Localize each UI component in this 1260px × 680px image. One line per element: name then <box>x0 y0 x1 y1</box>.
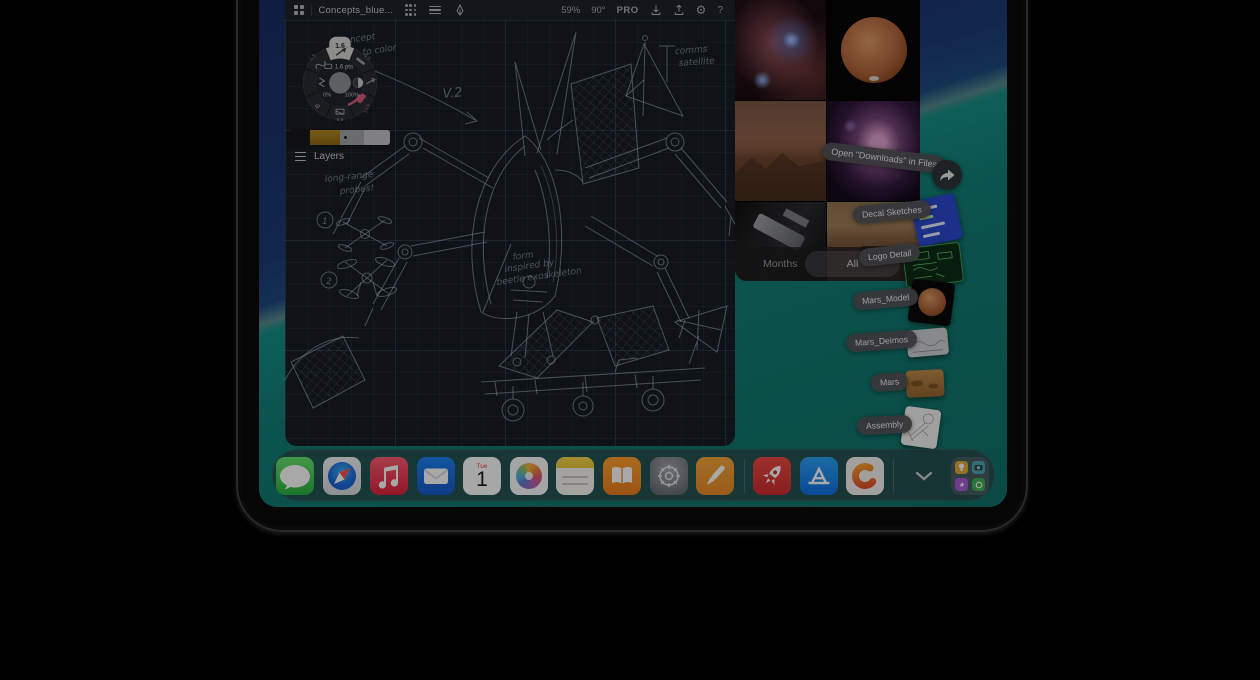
music-note-icon <box>370 457 408 495</box>
tips-mini-icon <box>955 461 968 474</box>
tab-months[interactable]: Months <box>763 258 797 270</box>
dock: Tue 1 <box>272 449 995 501</box>
app-library-icon[interactable]: ★ <box>951 457 989 495</box>
drop-forward-arrow-icon[interactable] <box>932 160 962 190</box>
layers-button[interactable]: Layers <box>295 151 344 162</box>
annotation-probes-2: probes! <box>338 183 374 197</box>
camera-mini-icon <box>972 461 985 474</box>
pen-tool-icon[interactable] <box>454 4 466 16</box>
tab-all: All <box>847 258 859 270</box>
wheel-opacity-max: 100% <box>345 93 360 99</box>
layers-menu-icon[interactable] <box>429 6 441 15</box>
concepts-app-icon[interactable] <box>846 457 884 495</box>
pen-icon <box>696 457 734 495</box>
zoom-level[interactable]: 59% <box>561 5 580 16</box>
open-book-icon <box>603 457 641 495</box>
annotation-comms-1: comms <box>675 45 709 57</box>
annotation-probe-num-2: 2 <box>326 277 332 287</box>
photo-mars-landscape[interactable] <box>735 101 826 201</box>
swatch-light[interactable] <box>364 130 390 145</box>
tool-wheel[interactable]: a 1.6 1.6 pts 0% 100% 1.3 5.5 14.5 <box>298 24 382 122</box>
wheel-stroke-size: 1.6 pts <box>335 65 353 71</box>
dock-divider <box>893 459 894 493</box>
rocket-icon <box>753 457 791 495</box>
wheel-active-size: 1.6 <box>335 43 345 50</box>
annotation-comms-2: satellite <box>679 56 716 69</box>
annotation-version: V.2 <box>442 85 463 102</box>
swatch-gray[interactable] <box>340 130 364 145</box>
compass-icon <box>323 457 361 495</box>
ipad-screen: concept to color V.2 comms satellite lon… <box>259 0 1007 507</box>
drag-item-label[interactable]: Mars <box>870 372 908 393</box>
share-icon[interactable] <box>673 4 685 16</box>
dock-collapse-chevron[interactable] <box>905 457 943 495</box>
envelope-icon <box>417 457 455 495</box>
color-swatch-bar[interactable] <box>289 130 390 145</box>
app-store-app-icon[interactable] <box>800 457 838 495</box>
stage: concept to color V.2 comms satellite lon… <box>0 0 1260 680</box>
pages-app-icon[interactable] <box>696 457 734 495</box>
annotation-probes-1: long-range <box>324 170 374 185</box>
wheel-size-4: 6.9 <box>337 117 344 122</box>
drag-thumb-mars[interactable] <box>905 369 944 398</box>
swatch-gold[interactable] <box>310 130 340 145</box>
layers-menu-icon <box>295 152 306 161</box>
speech-bubble-icon <box>276 457 314 495</box>
photo-horsehead-nebula[interactable] <box>735 0 826 100</box>
rocket-app-icon[interactable] <box>753 457 791 495</box>
timer-mini-icon <box>972 478 985 491</box>
gallery-grid-icon[interactable] <box>294 5 304 15</box>
layers-label: Layers <box>314 151 344 162</box>
chevron-down-icon <box>915 471 933 481</box>
photos-app-window: Months All <box>735 0 920 281</box>
drag-item-label[interactable]: Assembly <box>857 415 913 436</box>
settings-gear-icon[interactable]: ⚙ <box>696 4 707 16</box>
app-store-a-icon <box>800 457 838 495</box>
books-app-icon[interactable] <box>603 457 641 495</box>
notes-paper-icon <box>556 457 594 495</box>
download-icon[interactable] <box>650 4 662 16</box>
annotation-probe-num-1: 1 <box>322 217 328 227</box>
wheel-opacity-min: 0% <box>323 93 331 99</box>
settings-app-icon[interactable] <box>650 457 688 495</box>
calendar-app-icon[interactable]: Tue 1 <box>463 457 501 495</box>
photos-app-icon[interactable] <box>510 457 548 495</box>
concepts-c-icon <box>846 457 884 495</box>
concepts-toolbar: Concepts_blue... 59% 90° PRO ⚙ <box>285 0 735 20</box>
concepts-app-window: concept to color V.2 comms satellite lon… <box>285 0 735 446</box>
notes-app-icon[interactable] <box>556 457 594 495</box>
help-icon[interactable]: ? <box>717 5 723 16</box>
swatch-black[interactable] <box>289 130 310 145</box>
document-title[interactable]: Concepts_blue... <box>319 5 394 16</box>
star-mini-icon: ★ <box>955 478 968 491</box>
safari-app-icon[interactable] <box>323 457 361 495</box>
dock-divider <box>744 459 745 493</box>
mail-app-icon[interactable] <box>417 457 455 495</box>
music-app-icon[interactable] <box>370 457 408 495</box>
calendar-day: 1 <box>476 469 488 490</box>
rotation-angle[interactable]: 90° <box>591 5 605 16</box>
precision-grid-icon[interactable] <box>405 4 416 15</box>
gear-icon <box>650 457 688 495</box>
photo-mars-planet[interactable] <box>827 0 920 100</box>
pro-badge[interactable]: PRO <box>617 5 639 16</box>
photos-flower-icon <box>516 463 542 489</box>
messages-app-icon[interactable] <box>276 457 314 495</box>
